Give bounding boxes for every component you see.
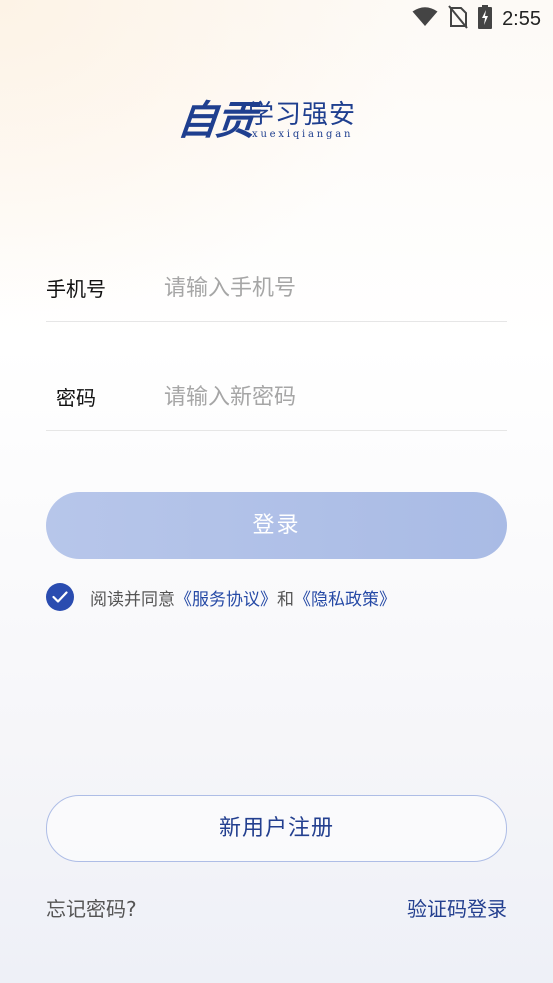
phone-field-row: 手机号 [46, 257, 507, 322]
status-bar: 2:55 [0, 0, 553, 38]
phone-input[interactable] [164, 257, 504, 319]
sms-login-link[interactable]: 验证码登录 [407, 893, 507, 922]
password-label: 密码 [56, 386, 96, 410]
privacy-policy-link[interactable]: 《隐私政策》 [294, 590, 396, 610]
logo-text: 学习强安 [248, 100, 357, 130]
agreement-prefix: 阅读并同意 [90, 589, 175, 610]
check-icon [52, 588, 68, 607]
no-sim-icon [448, 5, 468, 33]
logo-calligraphy: 自贡 [175, 97, 257, 144]
battery-charging-icon [478, 5, 493, 33]
phone-label: 手机号 [46, 277, 106, 301]
service-agreement-link[interactable]: 《服务协议》 [175, 590, 277, 610]
agreement-checkbox[interactable] [46, 583, 74, 611]
status-time: 2:55 [502, 7, 541, 30]
agreement-row: 阅读并同意《服务协议》和《隐私政策》 [46, 583, 396, 611]
app-logo: 自贡 学习强安 xuexiqiangan [175, 88, 373, 150]
logo-pinyin: xuexiqiangan [252, 129, 354, 140]
password-input[interactable] [164, 366, 504, 428]
agreement-conjunction: 和 [277, 589, 294, 610]
agreement-text: 阅读并同意《服务协议》和《隐私政策》 [90, 585, 396, 610]
status-icons: 2:55 [412, 5, 541, 33]
login-button[interactable]: 登录 [46, 492, 507, 559]
forgot-password-link[interactable]: 忘记密码? [46, 893, 137, 922]
password-field-row: 密码 [46, 366, 507, 431]
wifi-icon [412, 7, 438, 31]
register-button[interactable]: 新用户注册 [46, 795, 507, 862]
